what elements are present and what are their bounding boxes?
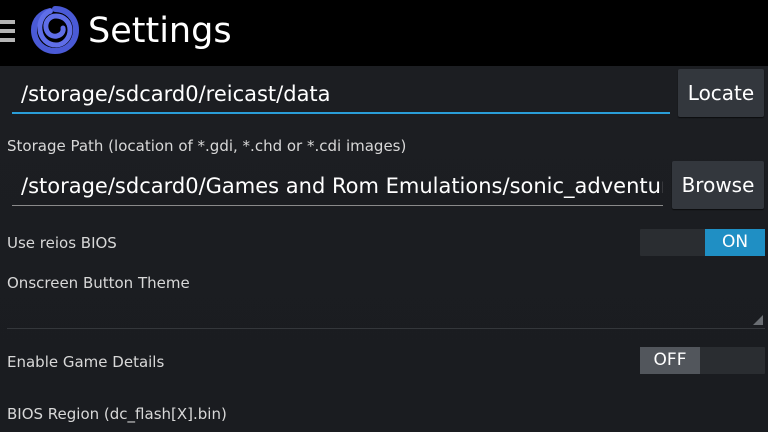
button-theme-label: Onscreen Button Theme xyxy=(7,274,190,292)
settings-content: /storage/sdcard0/reicast/data Locate Sto… xyxy=(0,66,768,432)
reios-bios-toggle[interactable]: ON xyxy=(640,229,765,256)
game-details-toggle[interactable]: OFF xyxy=(640,347,765,374)
dreamcast-swirl-icon[interactable] xyxy=(30,5,80,55)
storage-path-input[interactable]: /storage/sdcard0/Games and Rom Emulation… xyxy=(12,166,663,206)
button-theme-spinner[interactable] xyxy=(7,298,765,329)
reios-bios-label: Use reios BIOS xyxy=(7,234,117,252)
game-details-label: Enable Game Details xyxy=(7,353,165,371)
action-bar: Settings xyxy=(0,0,768,66)
locate-button[interactable]: Locate xyxy=(678,69,764,117)
browse-button[interactable]: Browse xyxy=(672,161,764,209)
dropdown-corner-icon xyxy=(753,315,763,325)
page-title: Settings xyxy=(88,11,232,51)
reios-bios-toggle-state: ON xyxy=(705,229,765,256)
menu-icon[interactable] xyxy=(0,20,15,42)
data-directory-input[interactable]: /storage/sdcard0/reicast/data xyxy=(12,74,670,114)
bios-region-label: BIOS Region (dc_flash[X].bin) xyxy=(7,405,227,423)
game-details-toggle-state: OFF xyxy=(640,347,700,374)
storage-path-label: Storage Path (location of *.gdi, *.chd o… xyxy=(7,137,407,155)
